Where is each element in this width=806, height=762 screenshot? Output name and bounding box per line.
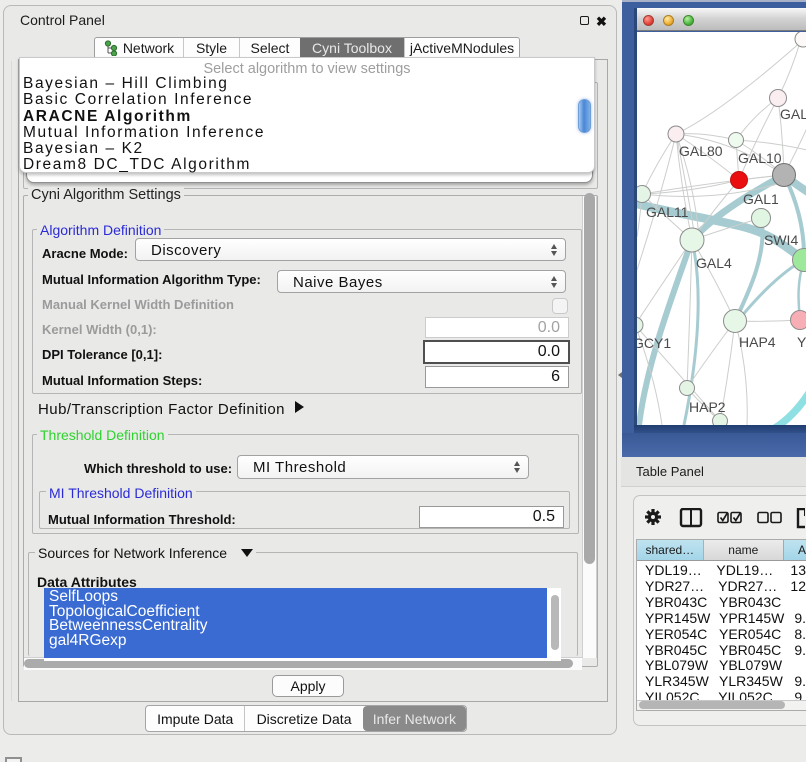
svg-text:HAP2: HAP2: [689, 399, 726, 415]
svg-text:SWI4: SWI4: [764, 232, 798, 248]
svg-text:GAL1: GAL1: [743, 191, 779, 207]
svg-text:GCY1: GCY1: [637, 335, 671, 351]
svg-text:GAL10: GAL10: [738, 150, 782, 166]
svg-text:GAL11: GAL11: [646, 204, 689, 220]
svg-text:Y: Y: [797, 334, 806, 350]
svg-text:GAL80: GAL80: [679, 143, 723, 159]
svg-text:HAP4: HAP4: [739, 334, 776, 350]
svg-text:GAL2: GAL2: [780, 106, 806, 122]
svg-text:GAL4: GAL4: [696, 255, 732, 271]
